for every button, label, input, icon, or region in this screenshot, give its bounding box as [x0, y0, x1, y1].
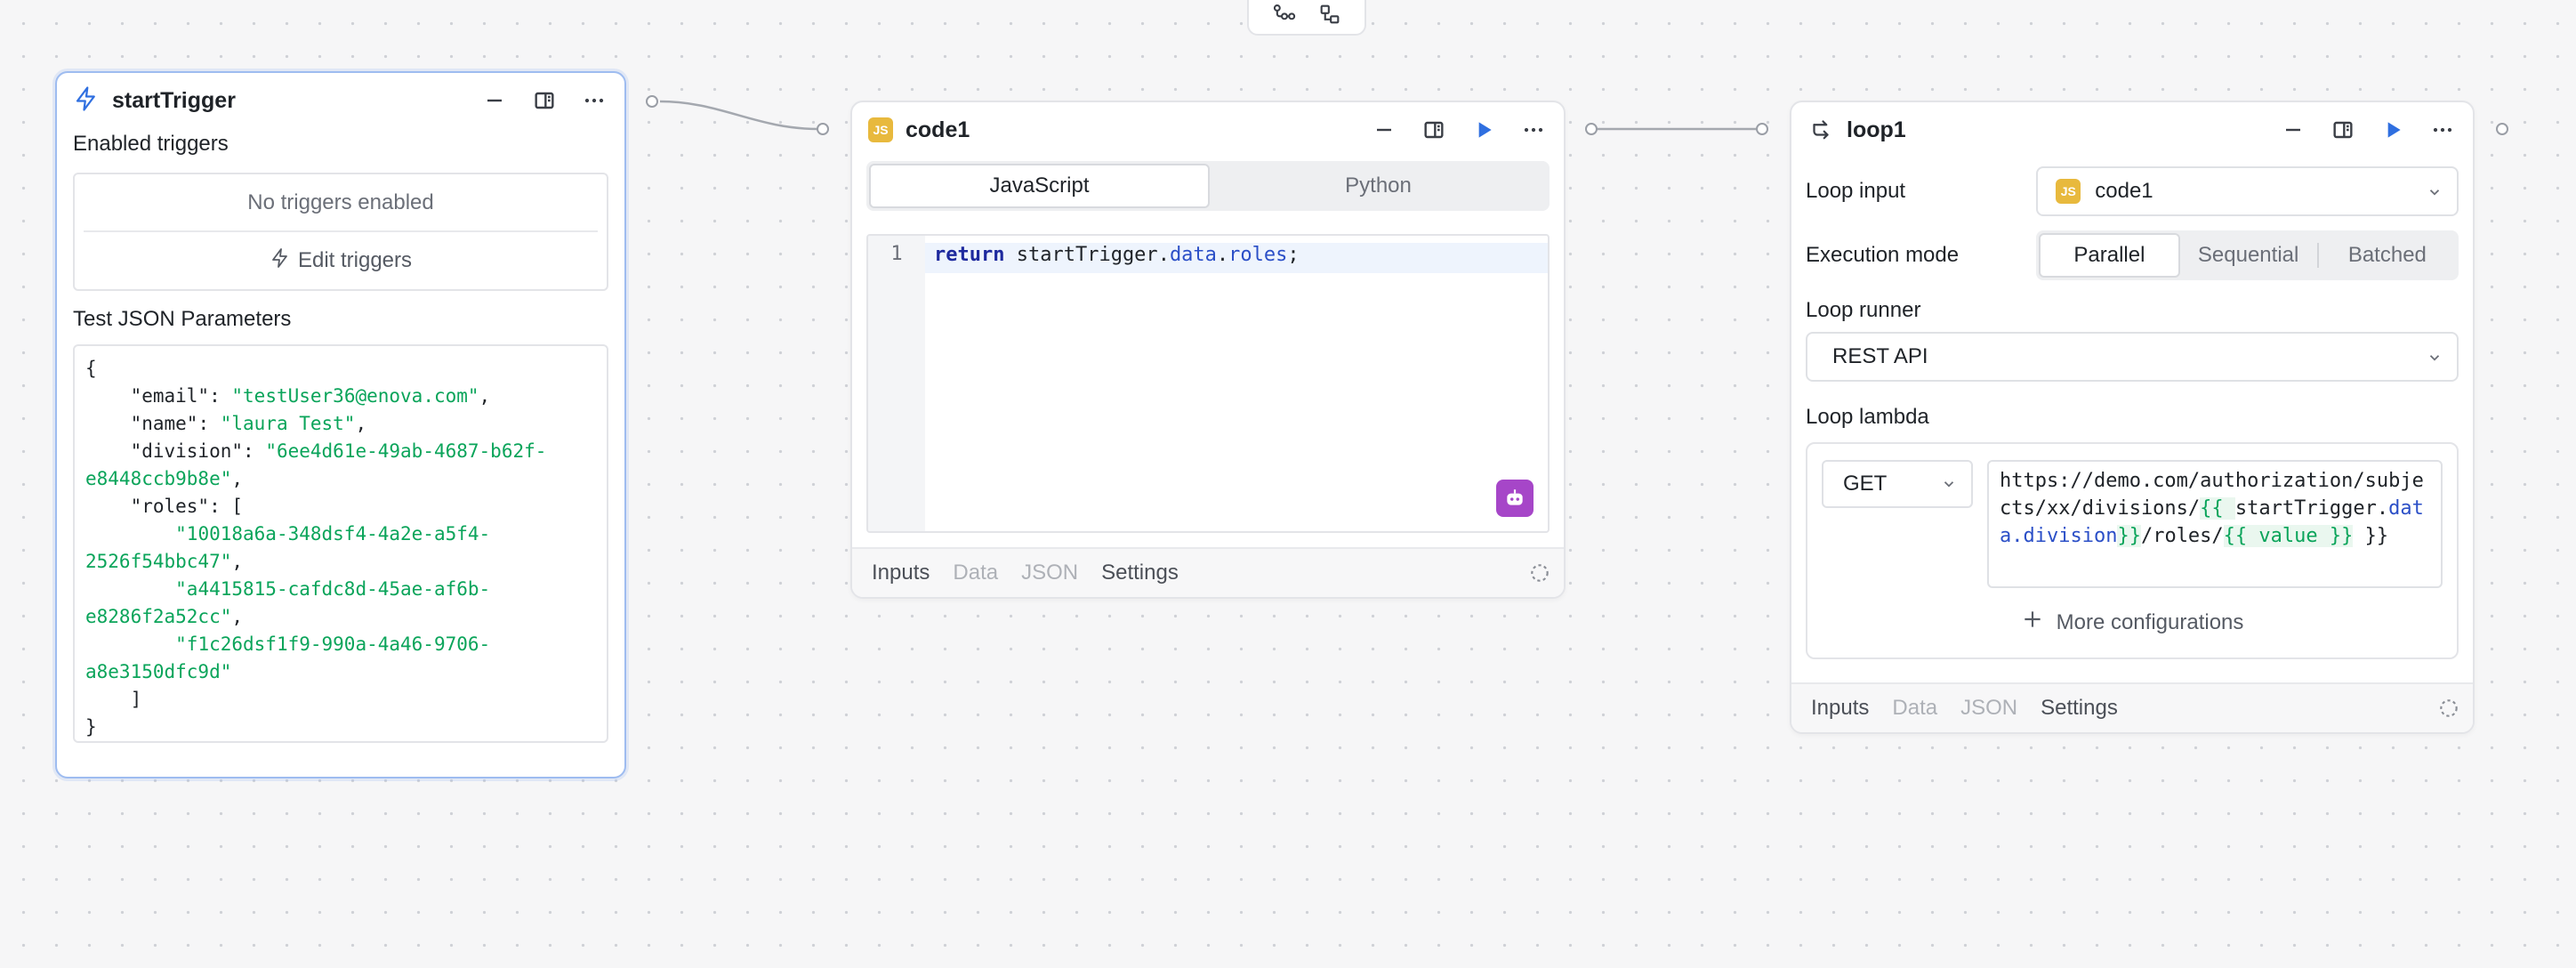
edit-triggers-button[interactable]: Edit triggers — [75, 232, 607, 289]
loading-icon — [1531, 564, 1549, 582]
run-icon[interactable] — [1469, 116, 1498, 144]
run-icon[interactable] — [2379, 116, 2407, 144]
node-header: startTrigger — [57, 73, 624, 128]
tab-python[interactable]: Python — [1210, 164, 1547, 208]
node-header: JS code1 — [852, 102, 1564, 157]
js-badge-icon: JS — [2056, 179, 2081, 204]
no-triggers-text: No triggers enabled — [84, 174, 598, 232]
footer-tab-settings[interactable]: Settings — [2041, 696, 2118, 721]
panel-icon[interactable] — [2329, 116, 2357, 144]
port-loop-in[interactable] — [1756, 123, 1768, 135]
port-code-out[interactable] — [1585, 123, 1598, 135]
line-number: 1 — [868, 236, 925, 531]
flow-tree-icon[interactable] — [1272, 2, 1297, 31]
footer-tab-settings[interactable]: Settings — [1101, 561, 1179, 585]
loop-icon — [1807, 115, 1834, 146]
minimize-icon[interactable] — [480, 86, 509, 115]
code1-node[interactable]: JS code1 JavaScript Python 1 return star… — [850, 101, 1566, 599]
chevron-down-icon — [2429, 355, 2440, 361]
loop-lambda-label: Loop lambda — [1806, 405, 1929, 429]
url-input[interactable]: https://demo.com/authorization/subjects/… — [1987, 460, 2443, 588]
edge-start-code — [659, 100, 819, 131]
http-method-value: GET — [1843, 472, 1888, 496]
loop-runner-value: REST API — [1832, 344, 1928, 368]
tab-javascript[interactable]: JavaScript — [869, 164, 1210, 208]
execution-mode-label: Execution mode — [1806, 243, 1960, 267]
minimize-icon[interactable] — [1370, 116, 1398, 144]
loop1-node[interactable]: loop1 Loop input JS code1 Execution mode… — [1790, 101, 2475, 734]
more-configurations-label: More configurations — [2056, 609, 2244, 634]
ai-assistant-icon[interactable] — [1496, 480, 1534, 517]
canvas-toolbar — [1247, 0, 1366, 36]
test-json-editor[interactable]: { "email": "testUser36@enova.com", "name… — [73, 344, 608, 743]
js-badge-icon: JS — [868, 117, 893, 142]
node-title: loop1 — [1847, 117, 1906, 142]
chevron-down-icon — [1944, 481, 1954, 488]
footer-tab-data[interactable]: Data — [1892, 696, 1937, 721]
node-title: code1 — [906, 117, 970, 142]
port-loop-out[interactable] — [2496, 123, 2508, 135]
execution-mode-toggle: Parallel Sequential Batched — [2036, 230, 2459, 280]
loop-input-value: code1 — [2095, 179, 2153, 203]
mode-sequential[interactable]: Sequential — [2180, 233, 2317, 278]
triggers-box: No triggers enabled Edit triggers — [73, 173, 608, 291]
panel-icon[interactable] — [1420, 116, 1448, 144]
start-trigger-node[interactable]: startTrigger Enabled triggers No trigger… — [55, 71, 626, 778]
mode-batched[interactable]: Batched — [2319, 233, 2456, 278]
test-json-label: Test JSON Parameters — [73, 307, 292, 331]
minimize-icon[interactable] — [2279, 116, 2307, 144]
loop-runner-select[interactable]: REST API — [1806, 332, 2459, 382]
node-footer: Inputs Data JSON Settings — [852, 547, 1564, 597]
more-icon[interactable] — [1519, 116, 1548, 144]
chevron-down-icon — [2429, 190, 2440, 196]
more-configurations-button[interactable]: More configurations — [1807, 608, 2457, 637]
plus-icon — [2021, 608, 2044, 637]
footer-tab-json[interactable]: JSON — [1960, 696, 2017, 721]
more-icon[interactable] — [2428, 116, 2457, 144]
node-header: loop1 — [1791, 102, 2473, 157]
node-footer: Inputs Data JSON Settings — [1791, 682, 2473, 732]
layout-icon[interactable] — [1317, 2, 1342, 31]
panel-icon[interactable] — [530, 86, 559, 115]
port-code-in[interactable] — [817, 123, 829, 135]
lightning-icon — [270, 247, 291, 275]
node-title: startTrigger — [112, 87, 236, 113]
code-line: return startTrigger.data.roles; — [925, 243, 1548, 273]
footer-tab-data[interactable]: Data — [953, 561, 998, 585]
loop-runner-label: Loop runner — [1806, 298, 1921, 322]
loop-input-label: Loop input — [1806, 179, 1906, 203]
http-method-select[interactable]: GET — [1822, 460, 1973, 508]
edit-triggers-label: Edit triggers — [297, 248, 413, 272]
lightning-icon — [73, 85, 100, 117]
loading-icon — [2440, 699, 2458, 717]
port-start-out[interactable] — [646, 95, 658, 108]
language-tabs: JavaScript Python — [866, 161, 1550, 211]
footer-tab-inputs[interactable]: Inputs — [1811, 696, 1869, 721]
enabled-triggers-label: Enabled triggers — [73, 132, 229, 156]
footer-tab-inputs[interactable]: Inputs — [872, 561, 930, 585]
mode-parallel[interactable]: Parallel — [2039, 233, 2180, 278]
more-icon[interactable] — [580, 86, 608, 115]
code-editor[interactable]: 1 return startTrigger.data.roles; — [866, 234, 1550, 533]
loop-input-select[interactable]: JS code1 — [2036, 166, 2459, 216]
footer-tab-json[interactable]: JSON — [1021, 561, 1078, 585]
loop-lambda-box: GET https://demo.com/authorization/subje… — [1806, 442, 2459, 659]
